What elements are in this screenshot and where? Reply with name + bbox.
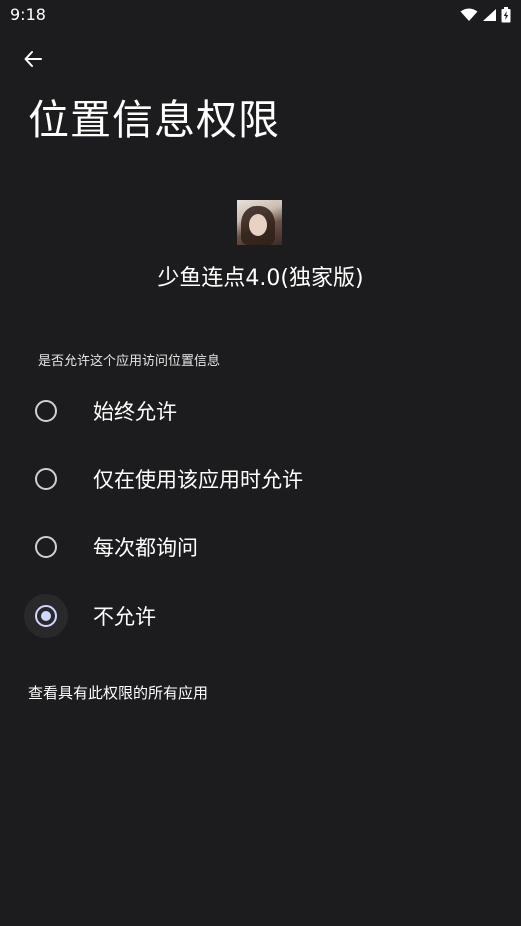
radio-option-deny[interactable]: 不允许 xyxy=(0,588,521,644)
permission-question: 是否允许这个应用访问位置信息 xyxy=(38,354,221,369)
view-all-apps-link[interactable]: 查看具有此权限的所有应用 xyxy=(28,682,208,703)
radio-option-always-allow[interactable]: 始终允许 xyxy=(0,383,521,439)
radio-button-icon[interactable] xyxy=(35,400,57,422)
radio-label: 仅在使用该应用时允许 xyxy=(93,468,303,492)
app-name: 少鱼连点4.0(独家版) xyxy=(157,266,364,291)
radio-button-icon[interactable] xyxy=(35,468,57,490)
app-icon xyxy=(237,200,282,245)
status-icons xyxy=(460,6,511,24)
radio-label: 不允许 xyxy=(93,605,156,629)
radio-option-ask-every-time[interactable]: 每次都询问 xyxy=(0,519,521,575)
radio-label: 始终允许 xyxy=(93,400,177,424)
battery-charging-icon xyxy=(501,7,511,23)
cell-signal-icon xyxy=(482,8,497,22)
arrow-left-icon xyxy=(23,49,43,73)
page-title: 位置信息权限 xyxy=(28,96,280,144)
radio-label: 每次都询问 xyxy=(93,536,198,560)
radio-button-icon[interactable] xyxy=(35,536,57,558)
wifi-icon xyxy=(460,8,478,22)
radio-option-allow-while-using[interactable]: 仅在使用该应用时允许 xyxy=(0,451,521,507)
radio-button-selected-icon[interactable] xyxy=(35,605,57,627)
status-time: 9:18 xyxy=(10,5,46,24)
back-button[interactable] xyxy=(16,44,50,78)
status-bar: 9:18 xyxy=(0,0,521,30)
